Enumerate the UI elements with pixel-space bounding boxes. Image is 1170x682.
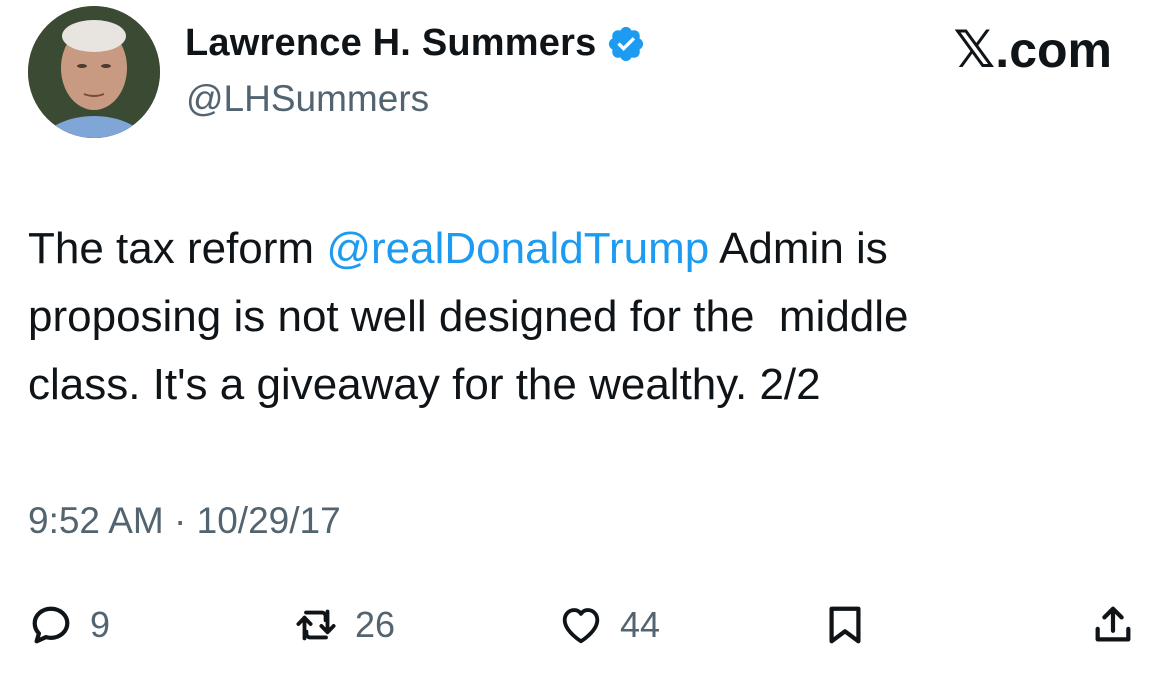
author-name-row: Lawrence H. Summers (185, 22, 646, 65)
tweet-text-start: The tax reform (28, 224, 327, 273)
verified-badge-icon (606, 24, 646, 64)
brand-logo: 𝕏 .com (953, 20, 1112, 80)
heart-icon (562, 608, 600, 644)
author-display-name[interactable]: Lawrence H. Summers (185, 22, 596, 65)
mention-link[interactable]: @realDonaldTrump (326, 224, 709, 273)
retweet-count: 26 (355, 604, 396, 645)
reply-count: 9 (90, 604, 111, 645)
bookmark-icon (829, 606, 861, 644)
avatar[interactable] (28, 6, 160, 138)
x-logo-icon: 𝕏 (953, 20, 996, 80)
avatar-photo (28, 6, 160, 138)
retweet-button[interactable]: 26 (293, 595, 395, 655)
tweet-text: The tax reform @realDonaldTrump Admin is… (28, 215, 1138, 419)
reply-icon (32, 606, 70, 644)
tweet-timestamp[interactable]: 9:52 AM · 10/29/17 (28, 500, 341, 542)
share-button[interactable] (1090, 595, 1136, 655)
brand-domain: .com (995, 22, 1112, 78)
like-button[interactable]: 44 (558, 595, 660, 655)
action-bar: 9 26 44 (0, 595, 1170, 655)
author-handle[interactable]: @LHSummers (186, 78, 429, 120)
like-count: 44 (620, 604, 661, 645)
retweet-icon (296, 609, 336, 641)
reply-button[interactable]: 9 (28, 595, 110, 655)
bookmark-button[interactable] (822, 595, 868, 655)
share-icon (1095, 606, 1131, 642)
